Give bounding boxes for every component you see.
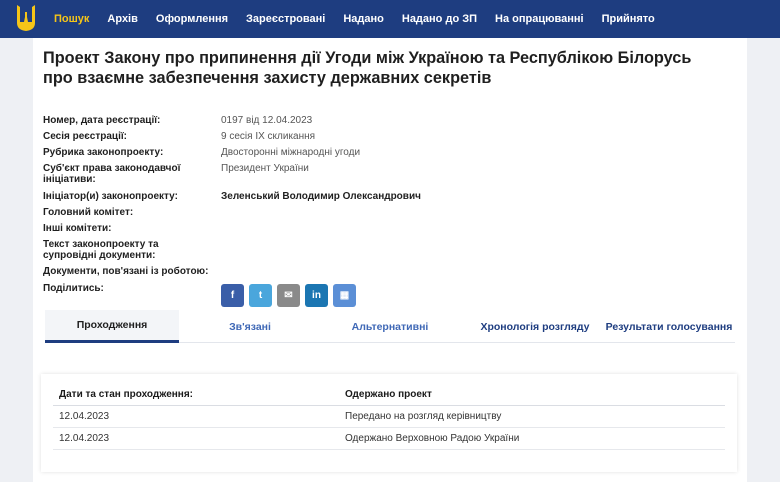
tab-bar: Проходження Зв'язані Альтернативні Хроно… — [45, 310, 735, 343]
twitter-icon[interactable]: t — [249, 284, 272, 307]
linkedin-icon[interactable]: in — [305, 284, 328, 307]
tab-passage[interactable]: Проходження — [45, 310, 179, 343]
other-committees-label: Інші комітети: — [43, 223, 112, 234]
tab-chronology[interactable]: Хронологія розгляду — [475, 310, 595, 343]
row-status: Одержано Верховною Радою України — [345, 433, 520, 444]
email-icon[interactable]: ✉ — [277, 284, 300, 307]
main-committee-label: Головний комітет: — [43, 207, 134, 218]
registration-value: 0197 від 12.04.2023 — [221, 115, 313, 126]
nav-in-progress[interactable]: На опрацюванні — [495, 13, 584, 25]
page-title: Проект Закону про припинення дії Угоди м… — [43, 49, 692, 87]
nav-provided-to-zp[interactable]: Надано до ЗП — [402, 13, 477, 25]
nav-processing[interactable]: Оформлення — [156, 13, 228, 25]
nav-accepted[interactable]: Прийнято — [602, 13, 655, 25]
nav-registered[interactable]: Зареєстровані — [246, 13, 325, 25]
top-navigation-bar: Пошук Архів Оформлення Зареєстровані Над… — [0, 0, 780, 38]
documents-label: Документи, пов'язані із роботою: — [43, 266, 209, 277]
share-label: Поділитись: — [43, 283, 104, 294]
table-header: Дати та стан проходження: Одержано проек… — [53, 384, 725, 406]
nav-search[interactable]: Пошук — [54, 13, 89, 25]
coat-of-arms-icon[interactable] — [15, 3, 37, 33]
subject-label: Суб'єкт права законодавчої ініціативи: — [43, 163, 181, 185]
bill-card: Проект Закону про припинення дії Угоди м… — [33, 38, 747, 482]
tab-linked[interactable]: Зв'язані — [195, 310, 305, 343]
header-received: Одержано проект — [345, 389, 432, 400]
main-nav: Пошук Архів Оформлення Зареєстровані Над… — [54, 0, 673, 38]
rubric-label: Рубрика законопроекту: — [43, 147, 164, 158]
facebook-icon[interactable]: f — [221, 284, 244, 307]
initiator-label: Ініціатор(и) законопроекту: — [43, 191, 178, 202]
passage-table: Дати та стан проходження: Одержано проек… — [41, 374, 737, 472]
bill-text-label: Текст законопроекту та супровідні докуме… — [43, 239, 159, 261]
qr-code-icon[interactable]: ▦ — [333, 284, 356, 307]
initiator-value[interactable]: Зеленський Володимир Олександрович — [221, 191, 421, 202]
registration-label: Номер, дата реєстрації: — [43, 115, 161, 126]
session-value: 9 сесія IX скликання — [221, 131, 316, 142]
tab-alternative[interactable]: Альтернативні — [325, 310, 455, 343]
tab-voting-results[interactable]: Результати голосування — [605, 310, 733, 343]
rubric-value: Двосторонні міжнародні угоди — [221, 147, 361, 158]
session-label: Сесія реєстрації: — [43, 131, 127, 142]
row-status: Передано на розгляд керівництву — [345, 411, 502, 422]
row-date: 12.04.2023 — [59, 411, 110, 422]
nav-provided[interactable]: Надано — [343, 13, 384, 25]
subject-value: Президент України — [221, 163, 309, 174]
row-date: 12.04.2023 — [59, 433, 110, 444]
header-dates: Дати та стан проходження: — [59, 389, 193, 400]
table-row: 12.04.2023 Одержано Верховною Радою Укра… — [53, 428, 725, 450]
table-row: 12.04.2023 Передано на розгляд керівницт… — [53, 406, 725, 428]
nav-archive[interactable]: Архів — [107, 13, 137, 25]
share-buttons: f t ✉ in ▦ — [221, 284, 361, 307]
